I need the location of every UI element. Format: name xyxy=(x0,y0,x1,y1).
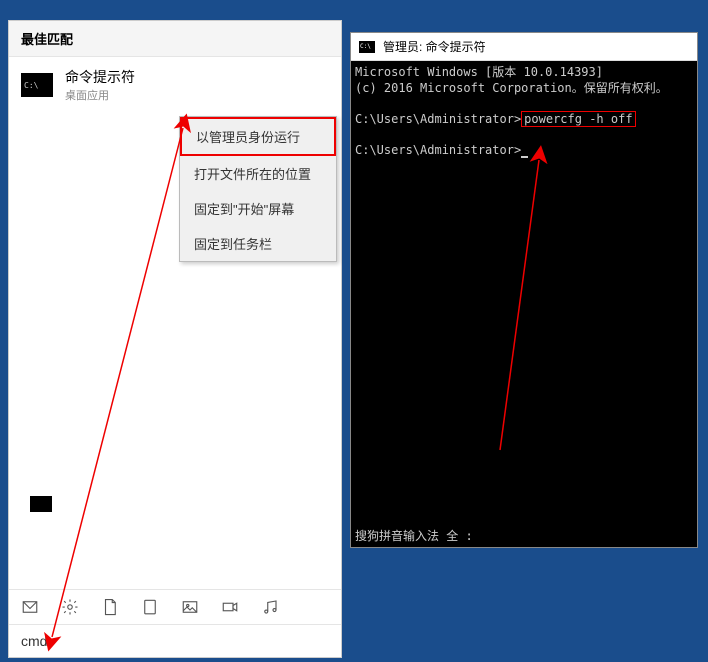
settings-icon[interactable] xyxy=(61,598,79,616)
search-input[interactable]: cmd xyxy=(9,624,341,657)
cmd-app-icon: C:\ xyxy=(21,73,53,97)
filter-toolbar xyxy=(9,589,341,624)
ime-status: 搜狗拼音输入法 全 : xyxy=(355,529,473,545)
folder-icon[interactable] xyxy=(141,598,159,616)
cmd-prompt-line: C:\Users\Administrator> xyxy=(355,143,693,159)
result-title: 命令提示符 xyxy=(65,67,135,87)
menu-pin-to-start[interactable]: 固定到"开始"屏幕 xyxy=(180,191,336,226)
menu-pin-to-taskbar[interactable]: 固定到任务栏 xyxy=(180,226,336,261)
music-icon[interactable] xyxy=(261,598,279,616)
best-match-header: 最佳匹配 xyxy=(9,21,341,57)
cmd-output-line xyxy=(355,96,693,112)
cmd-output-line: (c) 2016 Microsoft Corporation。保留所有权利。 xyxy=(355,81,693,97)
document-icon[interactable] xyxy=(101,598,119,616)
cmd-prompt-line: C:\Users\Administrator>powercfg -h off xyxy=(355,112,693,128)
cmd-output-line: Microsoft Windows [版本 10.0.14393] xyxy=(355,65,693,81)
cmd-titlebar[interactable]: C:\ 管理员: 命令提示符 xyxy=(351,33,697,61)
cmd-window-title: 管理员: 命令提示符 xyxy=(383,38,486,55)
taskbar-cmd-icon[interactable] xyxy=(30,496,52,512)
cursor-icon xyxy=(521,156,528,158)
cmd-command-highlight: powercfg -h off xyxy=(521,111,635,127)
cmd-output-line xyxy=(355,127,693,143)
result-subtitle: 桌面应用 xyxy=(65,87,135,103)
home-icon[interactable] xyxy=(21,598,39,616)
context-menu: 以管理员身份运行 打开文件所在的位置 固定到"开始"屏幕 固定到任务栏 xyxy=(179,116,337,262)
cmd-terminal[interactable]: Microsoft Windows [版本 10.0.14393] (c) 20… xyxy=(351,61,697,547)
cmd-window: C:\ 管理员: 命令提示符 Microsoft Windows [版本 10.… xyxy=(350,32,698,548)
start-menu-panel: 最佳匹配 C:\ 命令提示符 桌面应用 以管理员身份运行 打开文件所在的位置 固… xyxy=(8,20,342,658)
cmd-window-icon: C:\ xyxy=(359,41,375,53)
menu-run-as-admin[interactable]: 以管理员身份运行 xyxy=(180,117,336,156)
photo-icon[interactable] xyxy=(181,598,199,616)
search-result-item[interactable]: C:\ 命令提示符 桌面应用 xyxy=(9,57,341,113)
video-icon[interactable] xyxy=(221,598,239,616)
menu-open-file-location[interactable]: 打开文件所在的位置 xyxy=(180,156,336,191)
